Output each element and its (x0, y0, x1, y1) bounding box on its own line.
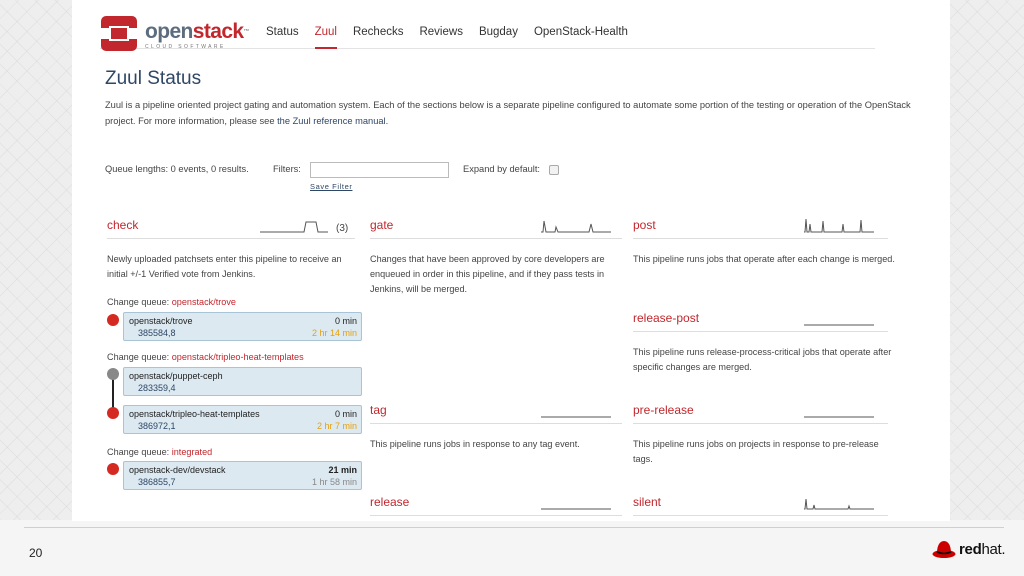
pipeline-release-rule (370, 515, 622, 516)
change-item[interactable]: openstack/trove 385584,8 0 min 2 hr 14 m… (123, 312, 362, 341)
zuul-manual-link[interactable]: the Zuul reference manual (277, 116, 386, 126)
page-title: Zuul Status (105, 68, 202, 89)
pipeline-release-sparkline (541, 508, 611, 510)
redhat-icon (932, 541, 956, 558)
nav-status[interactable]: Status (266, 26, 299, 38)
pipeline-silent-rule (633, 515, 888, 516)
change-number-link[interactable]: 386972,1 (138, 421, 176, 431)
pipeline-silent-sparkline (804, 498, 874, 510)
pipeline-post-sparkline (804, 218, 874, 233)
pipeline-post-rule (633, 238, 888, 239)
pipeline-release-post-title[interactable]: release-post (633, 311, 699, 325)
nav-zuul[interactable]: Zuul (314, 26, 338, 49)
pipeline-tag-desc: This pipeline runs jobs in response to a… (370, 439, 580, 449)
status-pending-dot (107, 368, 119, 380)
pipeline-release-post-desc: This pipeline runs release-process-criti… (633, 347, 892, 372)
change-item[interactable]: openstack/tripleo-heat-templates 386972,… (123, 405, 362, 434)
redhat-logo: redhat. (932, 539, 1006, 559)
redhat-wordmark: redhat. (959, 540, 1006, 558)
pipeline-release-title[interactable]: release (370, 495, 409, 509)
status-failing-dot (107, 314, 119, 326)
pipeline-pre-release-desc: This pipeline runs jobs on projects in r… (633, 439, 879, 464)
openstack-logo[interactable]: openstack™ CLOUD SOFTWARE (100, 15, 250, 52)
pipeline-check-rule (107, 238, 355, 239)
pipeline-check-desc: Newly uploaded patchsets enter this pipe… (107, 254, 342, 279)
change-number-link[interactable]: 385584,8 (138, 328, 176, 338)
top-nav: Status Zuul Rechecks Reviews Bugday Open… (266, 26, 644, 49)
pipeline-tag-rule (370, 423, 622, 424)
change-item[interactable]: openstack/puppet-ceph 283359,4 (123, 367, 362, 396)
pipeline-pre-release-sparkline (804, 416, 874, 418)
filters-input[interactable] (310, 162, 449, 178)
intro-paragraph: Zuul is a pipeline oriented project gati… (105, 100, 911, 126)
change-queue-label: Change queue: openstack/trove (107, 297, 236, 307)
status-failing-dot (107, 463, 119, 475)
pipeline-silent-title[interactable]: silent (633, 495, 661, 509)
nav-openstack-health[interactable]: OpenStack-Health (534, 26, 628, 38)
pipeline-tag-sparkline (541, 416, 611, 418)
pipeline-check-title[interactable]: check (107, 218, 138, 232)
slide-footer (0, 520, 1024, 576)
filters-label: Filters: (273, 164, 301, 174)
pipeline-gate-sparkline (541, 220, 611, 233)
pipeline-check-count: (3) (336, 223, 349, 234)
zuul-status-page: openstack™ CLOUD SOFTWARE Status Zuul Re… (72, 0, 950, 521)
pipeline-gate-title[interactable]: gate (370, 218, 393, 232)
brand-tagline: CLOUD SOFTWARE (145, 44, 226, 50)
pipeline-post-desc: This pipeline runs jobs that operate aft… (633, 254, 895, 264)
pipeline-pre-release-title[interactable]: pre-release (633, 403, 694, 417)
pipeline-release-post-rule (633, 331, 888, 332)
pipeline-gate-desc: Changes that have been approved by core … (370, 254, 605, 294)
queue-lengths: Queue lengths: 0 events, 0 results. (105, 164, 249, 174)
footer-divider (24, 527, 1004, 528)
pipeline-pre-release-rule (633, 423, 888, 424)
change-item[interactable]: openstack-dev/devstack 386855,7 21 min 1… (123, 461, 362, 490)
nav-reviews[interactable]: Reviews (419, 26, 462, 38)
status-failing-dot (107, 407, 119, 419)
slide-number: 20 (29, 546, 43, 560)
expand-by-default-checkbox[interactable] (549, 165, 559, 175)
pipeline-tag-title[interactable]: tag (370, 403, 387, 417)
change-queue-label: Change queue: integrated (107, 447, 213, 457)
expand-by-default-label: Expand by default: (463, 164, 541, 174)
brand-name: openstack™ (145, 20, 250, 43)
openstack-box-icon (101, 16, 137, 51)
save-filter-link[interactable]: Save Filter (310, 182, 352, 191)
pipeline-gate-rule (370, 238, 622, 239)
pipeline-check-sparkline (260, 221, 328, 233)
change-queue-label: Change queue: openstack/tripleo-heat-tem… (107, 352, 304, 362)
pipeline-release-post-sparkline (804, 324, 874, 326)
site-header: openstack™ CLOUD SOFTWARE Status Zuul Re… (100, 15, 875, 52)
pipeline-post-title[interactable]: post (633, 218, 656, 232)
nav-rechecks[interactable]: Rechecks (353, 26, 404, 38)
change-number-link[interactable]: 283359,4 (138, 383, 176, 393)
change-number-link[interactable]: 386855,7 (138, 477, 176, 487)
nav-bugday[interactable]: Bugday (479, 26, 518, 38)
